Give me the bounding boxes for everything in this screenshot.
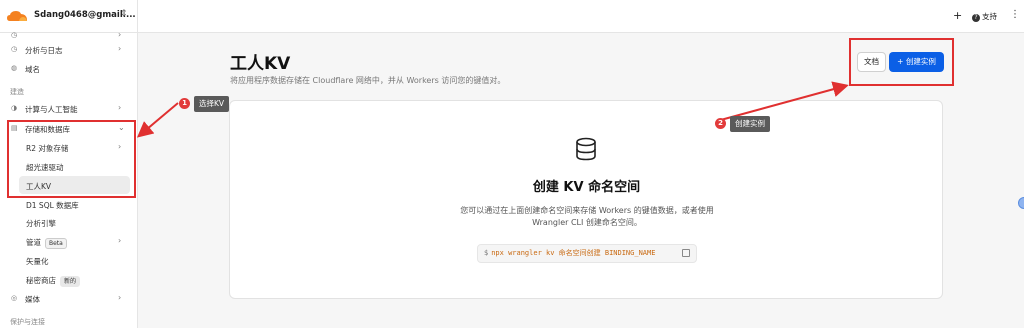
- sidebar-item-label: 分析与日志: [25, 46, 63, 55]
- sidebar-item-vectorize[interactable]: 矢量化: [0, 252, 137, 269]
- sidebar-item-analytics-engine[interactable]: 分析引擎: [0, 214, 137, 231]
- support-label: 支持: [982, 12, 997, 21]
- chevron-right-icon: ›: [118, 44, 122, 53]
- sidebar-item-domains[interactable]: ◍ 域名: [0, 60, 137, 77]
- annotation-marker-1: 1: [179, 98, 190, 109]
- empty-state-description: 您可以通过在上面创建命名空间来存储 Workers 的键值数据，或者使用 Wra…: [460, 206, 714, 227]
- sidebar-item-label: 秘密商店 新的: [26, 275, 81, 287]
- sidebar-section-build: 建造: [10, 88, 24, 96]
- code-snippet: $ npx wrangler kv 命名空间创建 BINDING_NAME: [477, 244, 697, 263]
- add-icon[interactable]: +: [953, 9, 962, 22]
- command-text: npx wrangler kv 命名空间创建 BINDING_NAME: [491, 249, 656, 257]
- floating-helper-icon[interactable]: [1018, 197, 1024, 209]
- compute-icon: ◑: [11, 104, 18, 112]
- database-icon: [576, 137, 596, 161]
- sidebar-item-label: 管道 Beta: [26, 237, 67, 249]
- new-badge: 新的: [60, 276, 81, 287]
- empty-state-title: 创建 KV 命名空间: [532, 180, 641, 195]
- clock-icon: ◷: [11, 45, 18, 53]
- more-menu-icon[interactable]: ⋮: [1010, 9, 1020, 20]
- copy-icon[interactable]: [682, 249, 690, 257]
- media-icon: ◎: [11, 294, 18, 302]
- sidebar-section-protect: 保护与连接: [10, 318, 45, 326]
- sidebar-item-d1[interactable]: D1 SQL 数据库: [0, 196, 137, 213]
- page-title: 工人KV: [230, 54, 291, 74]
- sidebar-item-label: 媒体: [25, 295, 40, 304]
- help-icon: ?: [972, 14, 980, 22]
- chevron-right-icon: ›: [118, 30, 122, 39]
- sidebar-item-compute[interactable]: ◑ 计算与人工智能 ›: [0, 100, 137, 117]
- sidebar-item-label: 计算与人工智能: [25, 105, 78, 114]
- chevron-right-icon: ›: [118, 103, 122, 112]
- beta-badge: Beta: [45, 238, 67, 249]
- chevron-right-icon: ›: [118, 236, 122, 245]
- annotation-box-buttons: [849, 38, 954, 86]
- cloudflare-logo-icon[interactable]: [6, 9, 28, 23]
- shell-prompt: $: [484, 249, 489, 257]
- annotation-box-sidebar: [7, 120, 136, 198]
- sidebar-item-label: 矢量化: [26, 257, 49, 266]
- sidebar-item-analytics[interactable]: ◷ 分析与日志 ›: [0, 41, 137, 58]
- sidebar-item-media[interactable]: ◎ 媒体 ›: [0, 290, 137, 307]
- sidebar-item-label: D1 SQL 数据库: [26, 201, 79, 210]
- globe-icon: ◍: [11, 64, 18, 72]
- sidebar-divider: [137, 0, 138, 328]
- sidebar-item-secrets-store[interactable]: 秘密商店 新的: [0, 271, 137, 288]
- clock-icon: ◷: [11, 31, 18, 39]
- page-subtitle: 将应用程序数据存储在 Cloudflare 网络中，并从 Workers 访问您…: [230, 76, 506, 85]
- sidebar-item-label: 域名: [25, 65, 40, 74]
- top-bar: Sdang0468@gmail.... ⇕ + ? 支持 ⋮: [0, 0, 1024, 33]
- support-button[interactable]: ? 支持: [972, 11, 997, 22]
- annotation-tooltip-2: 创建实例: [730, 116, 770, 132]
- sidebar-item-text: 管道: [26, 238, 41, 247]
- chevron-right-icon: ›: [118, 293, 122, 302]
- empty-state-card: [229, 100, 943, 299]
- annotation-tooltip-1: 选择KV: [194, 96, 230, 112]
- sidebar-item-text: 秘密商店: [26, 276, 56, 285]
- chevron-updown-icon[interactable]: ⇕: [120, 9, 128, 19]
- sidebar-item-label: 分析引擎: [26, 219, 56, 228]
- sidebar-item-pipelines[interactable]: 管道 Beta ›: [0, 233, 137, 250]
- annotation-marker-2: 2: [715, 118, 726, 129]
